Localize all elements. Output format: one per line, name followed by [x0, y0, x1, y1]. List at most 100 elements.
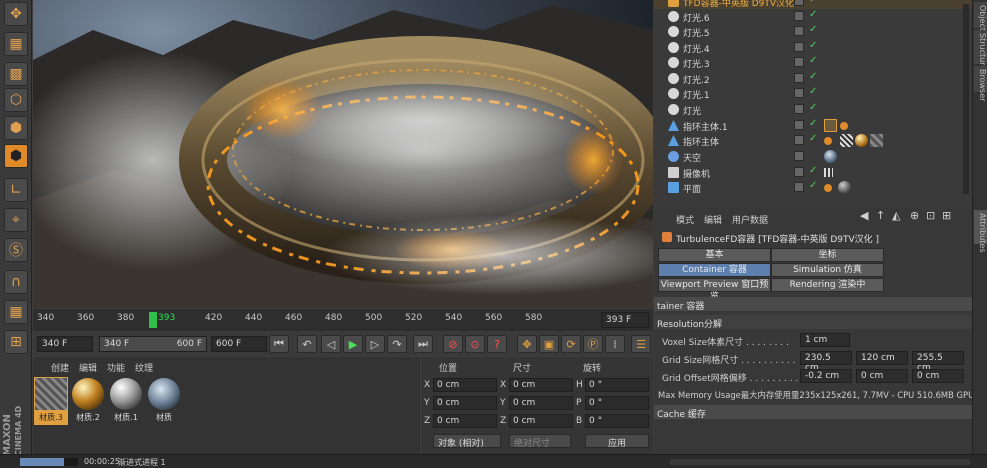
object-row[interactable]: 灯光.4 ✓	[654, 40, 972, 55]
material-tag-icon[interactable]	[824, 119, 837, 132]
magnet-icon[interactable]: ∩	[4, 270, 28, 294]
autokey-icon[interactable]: ⊙	[465, 335, 485, 353]
size-x-field[interactable]: 0 cm	[509, 378, 573, 392]
enabled-check-icon[interactable]: ✓	[809, 40, 817, 51]
checker-tag-icon[interactable]	[840, 134, 853, 147]
visibility-toggle[interactable]	[794, 182, 804, 192]
camera-tag-icon[interactable]	[824, 168, 833, 177]
move-key-icon[interactable]: ✥	[517, 335, 537, 353]
rotate-key-icon[interactable]: ⟳	[561, 335, 581, 353]
grid-size-z-field[interactable]: 255.5 cm	[912, 351, 964, 373]
param-key-icon[interactable]: Ⓟ	[583, 335, 603, 353]
horizontal-scrollbar[interactable]	[670, 459, 970, 465]
forward-icon[interactable]: ◭	[892, 209, 900, 222]
gold-tag-icon[interactable]	[855, 134, 868, 147]
playhead[interactable]	[149, 312, 157, 328]
pos-x-field[interactable]: 0 cm	[433, 378, 497, 392]
enabled-check-icon[interactable]: ✓	[809, 102, 817, 113]
visibility-toggle[interactable]	[794, 0, 804, 6]
rot-p-field[interactable]: 0 °	[585, 396, 649, 410]
enabled-check-icon[interactable]: ✓	[809, 86, 817, 97]
material-tag-icon[interactable]	[838, 181, 851, 194]
tab-simulation[interactable]: Simulation 仿真	[771, 263, 884, 277]
texture-icon[interactable]: ▩	[4, 62, 28, 86]
viewport[interactable]	[33, 0, 653, 308]
grid-key-icon[interactable]: ⁞	[605, 335, 625, 353]
object-row[interactable]: 灯光.5 ✓	[654, 24, 972, 39]
visibility-toggle[interactable]	[794, 57, 804, 67]
rot-h-field[interactable]: 0 °	[585, 378, 649, 392]
enabled-check-icon[interactable]: ✓	[809, 24, 817, 35]
stripes-tag-icon[interactable]	[870, 134, 883, 147]
timeline[interactable]: 340 360 380 393 420 440 460 480 500 520 …	[33, 309, 653, 331]
menu-create[interactable]: 创建	[51, 361, 69, 374]
object-row[interactable]: 天空	[654, 149, 972, 164]
object-row[interactable]: 灯光.3 ✓	[654, 55, 972, 70]
back-arrow-icon[interactable]: ◀	[860, 209, 868, 222]
size-mode-dropdown[interactable]: 绝对尺寸	[509, 434, 571, 449]
attr-menu-mode[interactable]: 模式	[676, 213, 694, 226]
visibility-toggle[interactable]	[794, 167, 804, 177]
tab-attributes[interactable]: Attributes	[974, 210, 987, 253]
move-icon[interactable]: ✥	[4, 2, 28, 26]
tag-icon[interactable]	[840, 122, 848, 130]
object-row[interactable]: TFD容器-中英版 D9TV汉化 ✓	[654, 0, 972, 9]
angle-icon[interactable]: ∟	[4, 178, 28, 202]
play-icon[interactable]: ▶	[343, 335, 363, 353]
tab-rendering[interactable]: Rendering 渲染中	[771, 278, 884, 292]
material-swatch[interactable]: 材质.1	[109, 377, 143, 425]
next-frame-icon[interactable]: ▷	[365, 335, 385, 353]
current-frame-field[interactable]: 393 F	[601, 312, 649, 328]
tab-browser[interactable]: Browser	[974, 66, 987, 101]
visibility-toggle[interactable]	[794, 11, 804, 21]
object-row[interactable]: 灯光 ✓	[654, 102, 972, 117]
menu-function[interactable]: 功能	[107, 361, 125, 374]
end-frame-field[interactable]: 600 F	[211, 336, 267, 352]
section-container[interactable]: tainer 容器	[654, 297, 972, 312]
range-slider[interactable]: 340 F 600 F	[99, 336, 207, 352]
enabled-check-icon[interactable]: ✓	[809, 0, 817, 5]
start-frame-field[interactable]: 340 F	[37, 336, 93, 352]
visibility-toggle[interactable]	[794, 88, 804, 98]
go-end-icon[interactable]: ⏭	[413, 335, 433, 353]
attr-menu-userdata[interactable]: 用户数据	[732, 213, 768, 226]
visibility-toggle[interactable]	[794, 42, 804, 52]
menu-texture[interactable]: 纹理	[135, 361, 153, 374]
enabled-check-icon[interactable]: ✓	[809, 71, 817, 82]
prev-frame-icon[interactable]: ◁	[321, 335, 341, 353]
visibility-toggle[interactable]	[794, 26, 804, 36]
apply-button[interactable]: 应用	[585, 434, 649, 449]
tab-container[interactable]: Container 容器	[658, 263, 771, 277]
attr-menu-edit[interactable]: 编辑	[704, 213, 722, 226]
new-panel-icon[interactable]: ⊞	[942, 209, 951, 222]
tab-coordinates[interactable]: 坐标	[771, 248, 884, 262]
visibility-toggle[interactable]	[794, 135, 804, 145]
voxel-size-field[interactable]: 1 cm	[800, 333, 850, 347]
scale-key-icon[interactable]: ▣	[539, 335, 559, 353]
grid-offset-y-field[interactable]: 0 cm	[856, 369, 908, 383]
section-resolution[interactable]: Resolution分解	[654, 315, 972, 330]
object-row[interactable]: 指环主体 ✓	[654, 133, 972, 148]
mouse-icon[interactable]: ⌖	[4, 208, 28, 232]
rot-b-field[interactable]: 0 °	[585, 414, 649, 428]
cube-active-icon[interactable]: ⬢	[4, 144, 28, 168]
go-start-icon[interactable]: ⏮	[269, 335, 289, 353]
enabled-check-icon[interactable]: ✓	[809, 9, 817, 20]
grid-size-y-field[interactable]: 120 cm	[856, 351, 908, 365]
tab-viewport-preview[interactable]: Viewport Preview 窗口预览	[658, 278, 771, 302]
timeline-settings-icon[interactable]: ☰	[631, 335, 651, 353]
cube-icon[interactable]: ⬢	[4, 116, 28, 140]
object-scrollbar[interactable]	[963, 4, 969, 194]
size-z-field[interactable]: 0 cm	[509, 414, 573, 428]
enabled-check-icon[interactable]: ✓	[809, 133, 817, 144]
object-row[interactable]: 指环主体.1 ✓	[654, 118, 972, 133]
help-icon[interactable]: ?	[487, 335, 507, 353]
grid-size-x-field[interactable]: 230.5 cm	[800, 351, 852, 373]
section-cache[interactable]: Cache 缓存	[654, 405, 972, 420]
tag-icon[interactable]	[824, 184, 832, 192]
record-icon[interactable]: ⊘	[443, 335, 463, 353]
material-swatch[interactable]: 材质.2	[71, 377, 105, 425]
enabled-check-icon[interactable]: ✓	[809, 180, 817, 191]
tab-basic[interactable]: 基本	[658, 248, 771, 262]
grid-offset-z-field[interactable]: 0 cm	[912, 369, 964, 383]
